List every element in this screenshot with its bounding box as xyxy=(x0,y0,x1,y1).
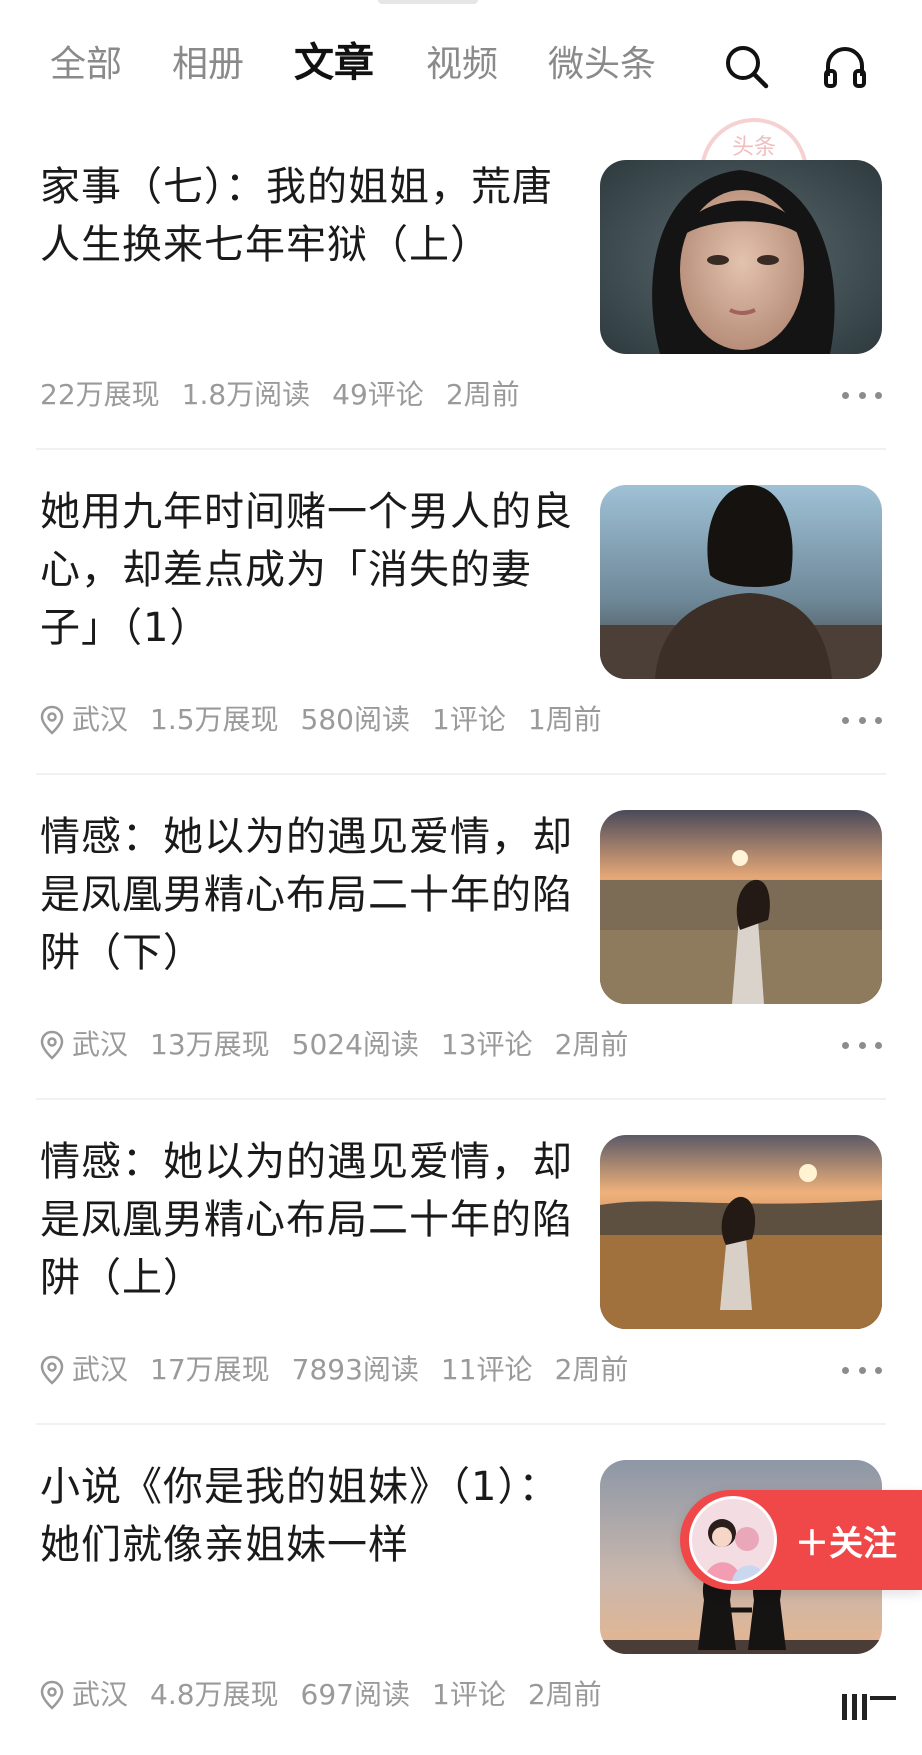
article-title[interactable]: 情感：她以为的遇见爱情，却是凤凰男精心布局二十年的陷阱（下） xyxy=(40,808,580,982)
divider xyxy=(36,448,886,450)
article-title[interactable]: 家事（七）：我的姐姐，荒唐人生换来七年牢狱（上） xyxy=(40,158,580,274)
read-count: 1.8万阅读 xyxy=(181,378,311,411)
tab-micro-posts[interactable]: 微头条 xyxy=(548,40,656,90)
article-meta: 武汉 1.5万展现 580阅读 1评论 1周前 xyxy=(40,700,624,740)
read-count: 580阅读 xyxy=(300,703,410,736)
avatar[interactable] xyxy=(689,1496,777,1584)
article-title[interactable]: 她用九年时间赌一个男人的良心，却差点成为「消失的妻子」（1） xyxy=(40,483,580,657)
location-label: 武汉 xyxy=(72,703,129,736)
article-item[interactable]: 小说《你是我的姐妹》（1）：她们就像亲姐妹一样 武汉 4.8万展现 697阅读 … xyxy=(0,1430,922,1755)
article-meta: 武汉 4.8万展现 697阅读 1评论 2周前 xyxy=(40,1675,624,1715)
publish-time: 2周前 xyxy=(554,1028,629,1061)
article-title[interactable]: 情感：她以为的遇见爱情，却是凤凰男精心布局二十年的陷阱（上） xyxy=(40,1133,580,1307)
location-label: 武汉 xyxy=(72,1028,129,1061)
article-meta: 武汉 13万展现 5024阅读 13评论 2周前 xyxy=(40,1025,650,1065)
tab-videos[interactable]: 视频 xyxy=(426,40,498,90)
location-label: 武汉 xyxy=(72,1353,129,1386)
article-item[interactable]: 家事（七）：我的姐姐，荒唐人生换来七年牢狱（上） 22万展现 1.8万阅读 49… xyxy=(0,130,922,455)
article-title[interactable]: 小说《你是我的姐妹》（1）：她们就像亲姐妹一样 xyxy=(40,1458,580,1574)
location-pin-icon xyxy=(40,1030,64,1060)
publish-time: 2周前 xyxy=(445,378,520,411)
impressions-count: 13万展现 xyxy=(150,1028,270,1061)
comment-count: 13评论 xyxy=(440,1028,533,1061)
bars-icon xyxy=(840,1690,900,1720)
article-thumbnail[interactable] xyxy=(600,1135,882,1329)
tab-albums[interactable]: 相册 xyxy=(172,40,244,90)
comment-count: 11评论 xyxy=(440,1353,533,1386)
more-dots-icon[interactable] xyxy=(842,1353,882,1387)
read-count: 697阅读 xyxy=(300,1678,410,1711)
tab-all[interactable]: 全部 xyxy=(50,40,122,90)
tab-articles[interactable]: 文章 xyxy=(294,38,374,88)
top-bar: 全部 相册 文章 视频 微头条 xyxy=(0,0,922,130)
article-thumbnail[interactable] xyxy=(600,485,882,679)
publish-time: 2周前 xyxy=(554,1353,629,1386)
location-label: 武汉 xyxy=(72,1678,129,1711)
comment-count: 1评论 xyxy=(432,703,506,736)
article-meta: 22万展现 1.8万阅读 49评论 2周前 xyxy=(40,375,542,415)
publish-time: 1周前 xyxy=(527,703,602,736)
location-pin-icon xyxy=(40,705,64,735)
search-icon[interactable] xyxy=(722,42,772,92)
divider xyxy=(36,1098,886,1100)
article-item[interactable]: 情感：她以为的遇见爱情，却是凤凰男精心布局二十年的陷阱（上） 武汉 17万展现 … xyxy=(0,1105,922,1430)
impressions-count: 4.8万展现 xyxy=(150,1678,279,1711)
more-dots-icon[interactable] xyxy=(842,378,882,412)
article-item[interactable]: 情感：她以为的遇见爱情，却是凤凰男精心布局二十年的陷阱（下） 武汉 13万展现 … xyxy=(0,780,922,1105)
article-thumbnail[interactable] xyxy=(600,810,882,1004)
divider xyxy=(36,1423,886,1425)
read-count: 7893阅读 xyxy=(291,1353,419,1386)
article-item[interactable]: 她用九年时间赌一个男人的良心，却差点成为「消失的妻子」（1） 武汉 1.5万展现… xyxy=(0,455,922,780)
status-notch xyxy=(378,0,478,4)
location-pin-icon xyxy=(40,1680,64,1710)
impressions-count: 22万展现 xyxy=(40,378,160,411)
impressions-count: 17万展现 xyxy=(150,1353,270,1386)
location-pin-icon xyxy=(40,1355,64,1385)
comment-count: 49评论 xyxy=(332,378,424,411)
follow-label: ＋关注 xyxy=(795,1523,897,1564)
publish-time: 2周前 xyxy=(527,1678,602,1711)
divider xyxy=(36,773,886,775)
impressions-count: 1.5万展现 xyxy=(150,703,279,736)
article-thumbnail[interactable] xyxy=(600,160,882,354)
follow-button[interactable]: ＋关注 xyxy=(680,1490,922,1590)
more-dots-icon[interactable] xyxy=(842,1028,882,1062)
more-dots-icon[interactable] xyxy=(842,703,882,737)
headphones-icon[interactable] xyxy=(820,42,870,92)
read-count: 5024阅读 xyxy=(291,1028,419,1061)
article-meta: 武汉 17万展现 7893阅读 11评论 2周前 xyxy=(40,1350,650,1390)
comment-count: 1评论 xyxy=(432,1678,506,1711)
